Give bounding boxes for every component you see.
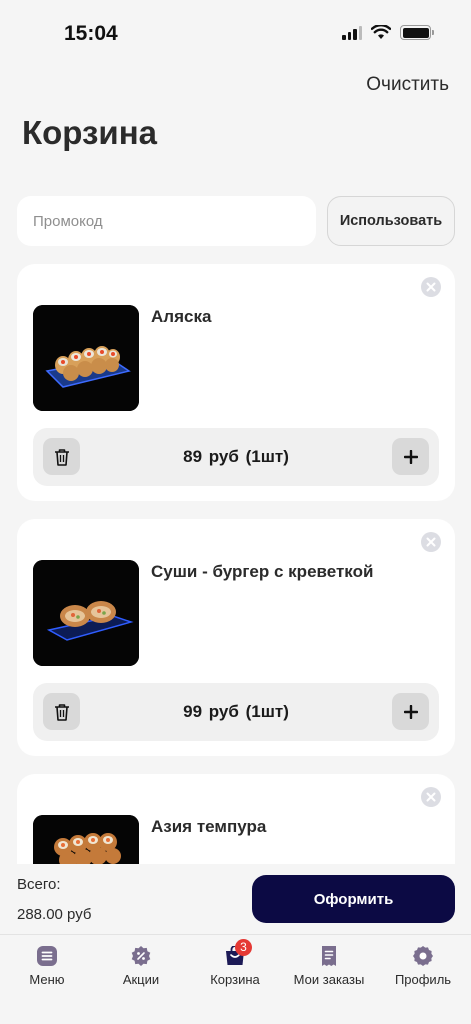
item-name: Суши - бургер с креветкой — [151, 562, 374, 581]
quantity-value: (1шт) — [245, 702, 289, 721]
close-icon — [426, 792, 436, 802]
checkout-bar: Всего: 288.00 руб Оформить — [0, 864, 471, 934]
close-icon — [426, 537, 436, 547]
cart-item: Азия темпура — [17, 774, 455, 864]
tab-label: Меню — [29, 972, 65, 987]
quantity-value: (1шт) — [245, 447, 289, 466]
discount-icon — [131, 946, 151, 966]
cart-list[interactable]: Аляска 89 руб (1шт) Суши - бургер с крев… — [17, 264, 455, 864]
increase-quantity-button[interactable] — [392, 693, 429, 730]
item-image — [33, 815, 139, 864]
item-price: 99 руб (1шт) — [33, 702, 439, 722]
tab-label: Корзина — [210, 972, 260, 987]
quantity-row: 99 руб (1шт) — [33, 683, 439, 741]
total-value: 288.00 руб — [17, 906, 92, 923]
tab-menu[interactable]: Меню — [0, 935, 94, 995]
receipt-icon — [322, 946, 336, 966]
checkout-button[interactable]: Оформить — [252, 875, 455, 923]
tab-label: Профиль — [394, 972, 452, 987]
page-title: Корзина — [22, 114, 157, 151]
status-bar: 15:04 — [0, 0, 471, 70]
cart-badge: 3 — [235, 939, 252, 956]
item-name: Азия темпура — [151, 817, 267, 836]
increase-quantity-button[interactable] — [392, 438, 429, 475]
total-label: Всего: — [17, 876, 61, 893]
tab-promotions[interactable]: Акции — [94, 935, 188, 995]
item-price: 89 руб (1шт) — [33, 447, 439, 467]
menu-icon — [37, 946, 57, 966]
clear-cart-button[interactable]: Очистить — [366, 74, 449, 96]
item-image — [33, 560, 139, 666]
plus-icon — [403, 449, 418, 464]
remove-item-button[interactable] — [421, 277, 441, 297]
battery-icon — [400, 25, 434, 40]
cart-item: Суши - бургер с креветкой 99 руб (1шт) — [17, 519, 455, 756]
tab-my-orders[interactable]: Мои заказы — [282, 935, 376, 995]
status-time: 15:04 — [64, 22, 118, 45]
tab-profile[interactable]: Профиль — [376, 935, 470, 995]
wifi-icon — [371, 25, 391, 39]
quantity-row: 89 руб (1шт) — [33, 428, 439, 486]
profile-icon — [413, 946, 433, 966]
status-icons — [342, 25, 434, 40]
tab-cart[interactable]: 3 Корзина — [188, 935, 282, 995]
tab-label: Акции — [122, 972, 160, 987]
cart-item: Аляска 89 руб (1шт) — [17, 264, 455, 501]
item-image — [33, 305, 139, 411]
remove-item-button[interactable] — [421, 532, 441, 552]
tab-label: Мои заказы — [293, 972, 365, 987]
plus-icon — [403, 704, 418, 719]
remove-item-button[interactable] — [421, 787, 441, 807]
price-value: 89 руб — [183, 447, 239, 466]
close-icon — [426, 282, 436, 292]
apply-promo-button[interactable]: Использовать — [327, 196, 455, 246]
tab-bar: Меню Акции 3 Корзина Мои заказы Профиль — [0, 934, 471, 1024]
item-name: Аляска — [151, 307, 212, 326]
price-value: 99 руб — [183, 702, 239, 721]
promo-code-input[interactable] — [17, 196, 316, 246]
cellular-signal-icon — [342, 25, 362, 40]
